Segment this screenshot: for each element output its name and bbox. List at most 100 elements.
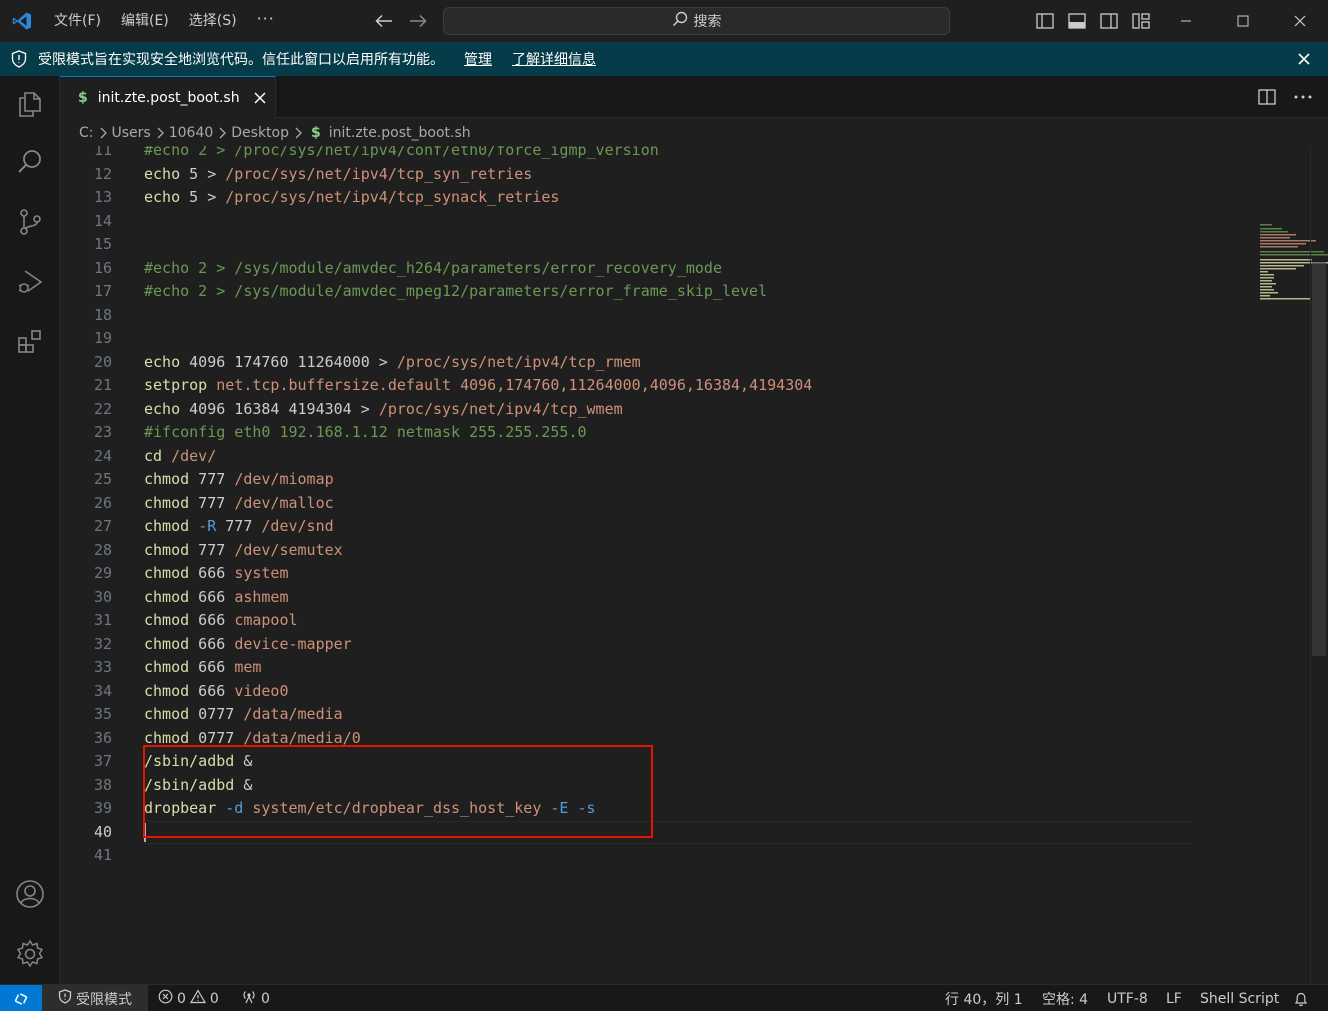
remote-indicator-icon[interactable] — [0, 985, 42, 1011]
code-token: /dev/ — [171, 446, 217, 465]
line-number: 12 — [93, 164, 112, 183]
more-actions-icon[interactable] — [1292, 86, 1314, 108]
breadcrumb-users[interactable]: Users — [112, 125, 151, 141]
ports-count: 0 — [261, 990, 270, 1007]
code-token: echo — [144, 188, 181, 206]
code-text: #echo 2 > /sys/module/amvdec_h264/parame… — [144, 257, 722, 281]
explorer-icon[interactable] — [0, 76, 60, 132]
vertical-scrollbar-thumb[interactable] — [1312, 262, 1326, 656]
activity-bar — [0, 76, 60, 984]
banner-learn-more-link[interactable]: 了解详细信息 — [512, 49, 596, 69]
code-token: cd — [144, 446, 163, 465]
code-token: 777 — [189, 470, 235, 488]
code-token: chmod — [144, 540, 190, 559]
split-editor-icon[interactable] — [1256, 86, 1278, 108]
code-token: device-mapper — [234, 634, 352, 653]
line-number: 38 — [93, 775, 112, 794]
command-center-search[interactable]: 搜索 — [443, 7, 950, 35]
line-number: 24 — [93, 446, 112, 465]
menu-edit[interactable]: 编辑(E) — [111, 0, 179, 42]
code-token: chmod — [144, 634, 190, 653]
accounts-icon[interactable] — [0, 866, 60, 922]
line-number: 20 — [93, 352, 112, 371]
code-token: 666 — [189, 587, 235, 606]
toggle-secondary-sidebar-icon[interactable] — [1098, 10, 1120, 32]
code-text: chmod 666 device-mapper — [144, 633, 352, 657]
cursor-position[interactable]: 行 40，列 1 — [945, 985, 1023, 1011]
minimize-button[interactable] — [1157, 0, 1214, 42]
maximize-button[interactable] — [1214, 0, 1271, 42]
menu-selection[interactable]: 选择(S) — [179, 0, 247, 42]
tab-init-zte-post-boot[interactable]: $ init.zte.post_boot.sh — [60, 76, 276, 119]
language-mode[interactable]: Shell Script — [1200, 985, 1279, 1011]
customize-layout-icon[interactable] — [1130, 10, 1152, 32]
menu-file[interactable]: 文件(F) — [44, 0, 111, 42]
code-text: chmod 777 /dev/miomap — [144, 468, 334, 492]
manage-gear-icon[interactable] — [0, 926, 60, 982]
code-line: 22 echo 4096 16384 4194304 > /proc/sys/ne… — [60, 398, 1310, 422]
code-token: chmod — [144, 611, 190, 629]
code-token: /dev/miomap — [234, 470, 334, 488]
code-text: echo 5 > /proc/sys/net/ipv4/tcp_synack_r… — [144, 186, 559, 210]
warning-count: 0 — [209, 990, 219, 1007]
code-editor[interactable]: 11 #echo 2 > /proc/sys/net/ipv4/conf/eth0… — [60, 146, 1310, 984]
search-label: 搜索 — [693, 14, 722, 30]
search-view-icon[interactable] — [0, 134, 60, 190]
menu-more-button[interactable]: ··· — [247, 0, 285, 42]
line-number: 25 — [93, 470, 112, 488]
code-line: 21 setprop net.tcp.buffersize.default 409… — [60, 374, 1310, 398]
toggle-panel-icon[interactable] — [1066, 10, 1088, 32]
breadcrumb-file[interactable]: init.zte.post_boot.sh — [329, 125, 471, 141]
code-token: chmod — [144, 517, 190, 535]
code-text: cd /dev/ — [144, 445, 216, 469]
code-token: /proc/sys/net/ipv4/tcp_wmem — [378, 399, 623, 418]
code-token: echo — [144, 164, 181, 183]
line-number: 33 — [93, 658, 112, 676]
warning-icon — [189, 989, 206, 1008]
line-number: 16 — [93, 258, 112, 277]
status-bar: 受限模式 0 0 0 行 40，列 1 空格: 4 UTF-8 LF Shell… — [0, 984, 1328, 1011]
run-and-debug-icon[interactable] — [0, 254, 60, 310]
code-token: #ifconfig eth0 192.168.1.12 netmask 255.… — [144, 423, 587, 441]
code-token: video0 — [234, 681, 289, 700]
code-token: 5 > — [180, 188, 226, 206]
extensions-icon[interactable] — [0, 314, 60, 370]
ports-status[interactable]: 0 — [241, 985, 270, 1011]
breadcrumb-desktop[interactable]: Desktop — [231, 125, 289, 141]
problems-status[interactable]: 0 0 — [158, 985, 219, 1011]
encoding[interactable]: UTF-8 — [1107, 985, 1148, 1011]
code-token: 666 — [189, 634, 235, 653]
code-line: 14 — [60, 210, 1310, 234]
banner-message: 受限模式旨在实现安全地浏览代码。信任此窗口以启用所有功能。 — [38, 52, 444, 68]
code-text: #echo 2 > /proc/sys/net/ipv4/conf/eth0/f… — [144, 146, 659, 163]
back-arrow-icon[interactable] — [372, 8, 396, 34]
code-token: #echo 2 > /proc/sys/net/ipv4/conf/eth0/f… — [144, 146, 659, 159]
tab-close-icon[interactable] — [252, 90, 268, 106]
code-token: -R — [198, 517, 217, 535]
end-of-line[interactable]: LF — [1166, 985, 1182, 1011]
restricted-mode-status[interactable]: 受限模式 — [42, 985, 148, 1011]
close-window-button[interactable] — [1271, 0, 1328, 42]
line-number: 32 — [93, 634, 112, 653]
code-token: #echo 2 > /sys/module/amvdec_mpeg12/para… — [144, 282, 768, 300]
line-number: 26 — [93, 493, 112, 512]
code-token: /dev/malloc — [234, 493, 334, 512]
toggle-primary-sidebar-icon[interactable] — [1034, 10, 1056, 32]
banner-manage-link[interactable]: 管理 — [464, 49, 492, 69]
breadcrumb-drive[interactable]: C: — [79, 125, 94, 141]
banner-close-icon[interactable] — [1294, 49, 1314, 69]
breadcrumb-user-folder[interactable]: 10640 — [169, 125, 214, 141]
notifications-bell-icon[interactable] — [1293, 985, 1309, 1011]
indentation[interactable]: 空格: 4 — [1042, 985, 1088, 1011]
shell-file-icon: $ — [311, 125, 321, 141]
code-line: 16 #echo 2 > /sys/module/amvdec_h264/para… — [60, 257, 1310, 281]
breadcrumb: C: Users 10640 Desktop $ init.zte.post_b… — [60, 119, 1328, 147]
forward-arrow-icon[interactable] — [406, 8, 430, 34]
code-token: chmod — [144, 705, 190, 723]
code-token: /data/media/0 — [243, 728, 361, 747]
source-control-icon[interactable] — [0, 194, 60, 250]
line-number: 14 — [93, 211, 112, 230]
code-line: 26 chmod 777 /dev/malloc — [60, 492, 1310, 516]
